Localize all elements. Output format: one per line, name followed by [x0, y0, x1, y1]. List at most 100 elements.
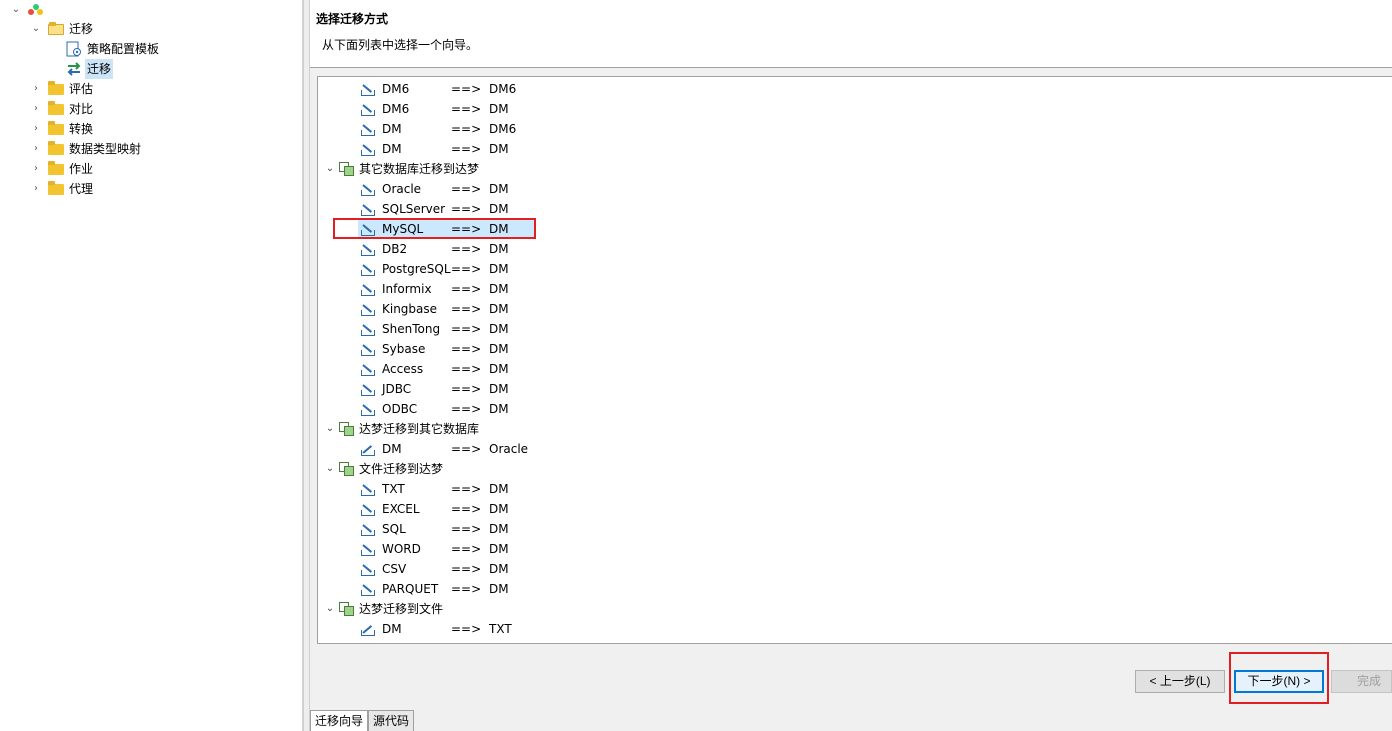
folder-icon [48, 101, 64, 117]
wizard-item-row[interactable]: PARQUET ==> DM [358, 579, 536, 599]
import-icon [360, 481, 376, 497]
nav-item-jobs[interactable]: › 作业 [30, 159, 95, 179]
tab-source-code[interactable]: 源代码 [368, 710, 415, 731]
nav-item-migration-folder[interactable]: ⌄ 迁移 [30, 19, 95, 39]
chevron-right-icon[interactable]: › [30, 119, 42, 139]
wizard-header: 选择迁移方式 从下面列表中选择一个向导。 [310, 0, 1392, 68]
panel-splitter[interactable] [303, 0, 310, 731]
wizard-item-row[interactable]: DM6 ==> DM6 [358, 79, 536, 99]
wizard-item-row[interactable]: DM ==> DM6 [358, 119, 536, 139]
chevron-right-icon[interactable]: › [30, 99, 42, 119]
wizard-item-row[interactable]: ODBC ==> DM [358, 399, 536, 419]
migration-source: TXT [382, 482, 405, 496]
wizard-item-row[interactable]: Kingbase ==> DM [358, 299, 536, 319]
chevron-down-icon[interactable]: ⌄ [10, 0, 22, 20]
wizard-item-row[interactable]: CSV ==> DM [358, 559, 536, 579]
wizard-item-row[interactable]: Access ==> DM [358, 359, 536, 379]
wizard-group-row[interactable]: ⌄ 文件迁移到达梦 [324, 459, 443, 479]
nav-item-agent[interactable]: › 代理 [30, 179, 95, 199]
migration-source: ODBC [382, 402, 418, 416]
nav-item-strategy-template[interactable]: 策略配置模板 [60, 39, 161, 59]
wizard-group-row[interactable]: ⌄ 其它数据库迁移到达梦 [324, 159, 479, 179]
migration-target: DM [489, 382, 509, 396]
wizard-item-row[interactable]: EXCEL ==> DM [358, 499, 536, 519]
nav-item-label: 迁移 [85, 59, 114, 79]
tab-wizard[interactable]: 迁移向导 [310, 710, 369, 731]
wizard-item-row[interactable]: DM6 ==> DM [358, 99, 536, 119]
migration-arrow: ==> [451, 262, 482, 276]
migration-target: DM [489, 502, 509, 516]
nav-item-compare[interactable]: › 对比 [30, 99, 95, 119]
wizard-item-row[interactable]: Sybase ==> DM [358, 339, 536, 359]
migration-source: DM6 [382, 102, 410, 116]
chevron-down-icon[interactable]: ⌄ [324, 419, 336, 439]
import-icon [360, 181, 376, 197]
wizard-item-row[interactable]: Oracle ==> DM [358, 179, 536, 199]
nav-root[interactable]: ⌄ [10, 0, 51, 20]
migration-target: DM [489, 322, 509, 336]
wizard-item-row[interactable]: PostgreSQL ==> DM [358, 259, 536, 279]
folder-icon [48, 121, 64, 137]
wizard-item-row[interactable]: JDBC ==> DM [358, 379, 536, 399]
bottom-tabs: 迁移向导 源代码 [310, 710, 415, 731]
finish-button[interactable]: 完成(F) [1331, 670, 1392, 693]
import-icon [360, 301, 376, 317]
nav-item-convert[interactable]: › 转换 [30, 119, 95, 139]
nav-item-migration[interactable]: 迁移 [60, 59, 114, 79]
chevron-down-icon[interactable]: ⌄ [324, 459, 336, 479]
import-icon [360, 561, 376, 577]
wizard-item-row[interactable]: MySQL ==> DM [358, 219, 536, 239]
migration-target: DM6 [489, 82, 517, 96]
import-icon [360, 121, 376, 137]
wizard-item-row[interactable]: DM ==> TXT [358, 619, 536, 639]
chevron-right-icon[interactable]: › [30, 139, 42, 159]
wizard-group-label: 达梦迁移到文件 [359, 602, 444, 616]
chevron-right-icon[interactable]: › [30, 79, 42, 99]
chevron-right-icon[interactable]: › [30, 179, 42, 199]
chevron-down-icon[interactable]: ⌄ [324, 159, 336, 179]
migration-source: CSV [382, 562, 407, 576]
migration-source: DB2 [382, 242, 408, 256]
wizard-item-row[interactable]: ShenTong ==> DM [358, 319, 536, 339]
database-group-icon [339, 461, 355, 477]
migration-source: SQL [382, 522, 406, 536]
chevron-down-icon[interactable]: ⌄ [324, 599, 336, 619]
migration-target: DM [489, 562, 509, 576]
migration-target: DM [489, 362, 509, 376]
migration-target: DM [489, 242, 509, 256]
nav-item-label: 数据类型映射 [69, 142, 142, 156]
wizard-item-row[interactable]: TXT ==> DM [358, 479, 536, 499]
import-icon [360, 501, 376, 517]
wizard-item-row[interactable]: DB2 ==> DM [358, 239, 536, 259]
wizard-item-row[interactable]: SQLServer ==> DM [358, 199, 536, 219]
nav-item-label: 作业 [69, 162, 94, 176]
wizard-item-row[interactable]: WORD ==> DM [358, 539, 536, 559]
migration-source: DM [382, 142, 402, 156]
wizard-group-row[interactable]: ⌄ 达梦迁移到文件 [324, 599, 443, 619]
folder-icon [48, 141, 64, 157]
nav-item-type-mapping[interactable]: › 数据类型映射 [30, 139, 143, 159]
import-icon [360, 241, 376, 257]
back-button[interactable]: < 上一步(L) [1135, 670, 1225, 693]
wizard-item-row[interactable]: DM ==> DM [358, 139, 536, 159]
import-icon [360, 201, 376, 217]
database-group-icon [339, 421, 355, 437]
chevron-down-icon[interactable]: ⌄ [30, 19, 42, 39]
next-button[interactable]: 下一步(N) > [1234, 670, 1324, 693]
migration-arrow: ==> [451, 522, 482, 536]
migration-target: DM [489, 282, 509, 296]
wizard-item-row[interactable]: SQL ==> DM [358, 519, 536, 539]
chevron-right-icon[interactable]: › [30, 159, 42, 179]
migration-arrow: ==> [451, 442, 482, 456]
wizard-group-row[interactable]: ⌄ 达梦迁移到其它数据库 [324, 419, 479, 439]
nav-item-assessment[interactable]: › 评估 [30, 79, 95, 99]
wizard-list[interactable]: DM6 ==> DM6 DM6 ==> DM DM ==> DM6 DM ==> DM ⌄ 其它数据库迁移… [317, 76, 1392, 644]
wizard-item-row[interactable]: Informix ==> DM [358, 279, 536, 299]
migration-arrow: ==> [451, 142, 482, 156]
folder-icon [48, 81, 64, 97]
migration-source: DM6 [382, 82, 410, 96]
wizard-item-row[interactable]: DM ==> Oracle [358, 439, 536, 459]
migration-source: JDBC [382, 382, 412, 396]
migration-arrow: ==> [451, 82, 482, 96]
migration-arrow: ==> [451, 402, 482, 416]
